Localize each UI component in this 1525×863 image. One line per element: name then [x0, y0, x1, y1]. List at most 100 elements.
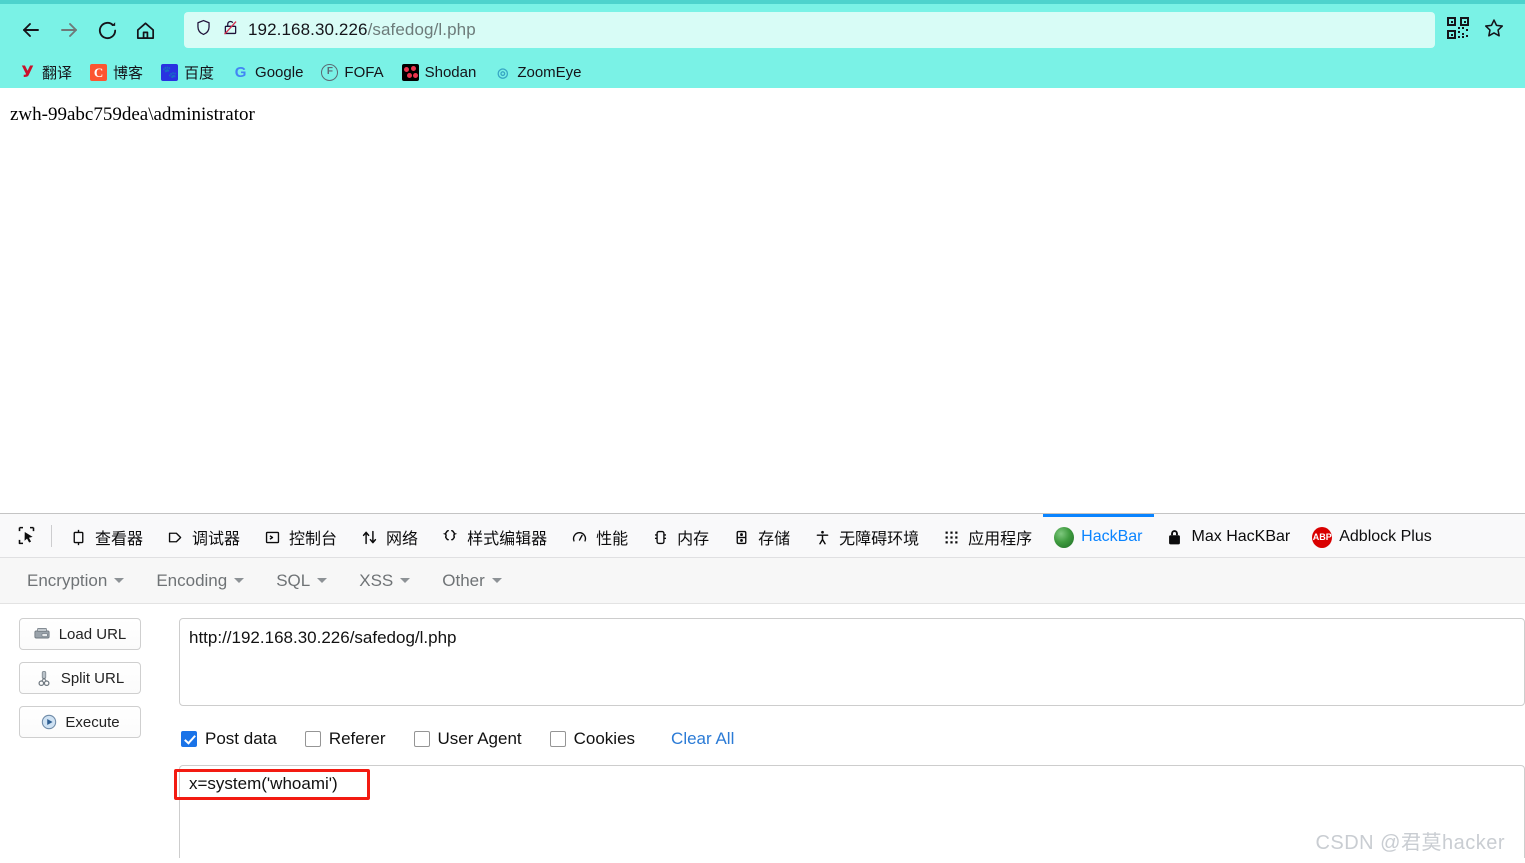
checkbox-box[interactable]: [549, 731, 566, 747]
tab-network[interactable]: 网络: [348, 514, 429, 557]
tab-label: 内存: [677, 531, 710, 548]
hackbar-button-column: Load URL Split URL Execute: [0, 618, 179, 863]
bookmark-fanyi[interactable]: У 翻译: [12, 59, 79, 86]
shodan-icon: [401, 63, 419, 81]
tab-max-hackbar[interactable]: Max HacKBar: [1154, 514, 1302, 557]
execute-button[interactable]: Execute: [19, 706, 141, 738]
accessibility-icon: [812, 527, 832, 547]
checkbox-box[interactable]: [413, 731, 430, 747]
csdn-blog-icon: C: [90, 63, 108, 81]
tab-adblock-plus[interactable]: ABP Adblock Plus: [1301, 514, 1443, 557]
yandex-translate-icon: У: [21, 62, 34, 81]
network-icon: [359, 527, 379, 547]
menu-label: Encryption: [27, 570, 108, 590]
checkbox-referer[interactable]: Referer: [304, 729, 386, 749]
hackbar-options-row: Post data Referer User Agent Cookies Cle…: [179, 729, 1525, 749]
tab-console[interactable]: 控制台: [251, 514, 348, 557]
url-path: /safedog/l.php: [367, 20, 476, 39]
zoomeye-icon: ◎: [497, 64, 509, 80]
load-url-button[interactable]: Load URL: [19, 618, 141, 650]
checkbox-user-agent[interactable]: User Agent: [413, 729, 522, 749]
menu-encryption[interactable]: Encryption: [14, 565, 137, 597]
menu-encoding[interactable]: Encoding: [143, 565, 257, 597]
urlbar-container: 192.168.30.226/safedog/l.php: [164, 12, 1513, 48]
chevron-down-icon: [234, 578, 245, 583]
split-url-button[interactable]: Split URL: [19, 662, 141, 694]
devtools-tabbar: 查看器 调试器 控制台 网络 样式编辑器 性能 内存 存储 无障碍环境 应用程序…: [0, 514, 1525, 558]
devtools-panel: 查看器 调试器 控制台 网络 样式编辑器 性能 内存 存储 无障碍环境 应用程序…: [0, 513, 1525, 863]
tab-label: 调试器: [192, 531, 241, 548]
tab-hackbar[interactable]: HackBar: [1043, 514, 1154, 557]
hackbar-fields-column: Post data Referer User Agent Cookies C: [174, 618, 1525, 863]
inspector-icon: [68, 527, 88, 547]
tab-style-editor[interactable]: 样式编辑器: [429, 514, 558, 557]
button-label: Execute: [65, 713, 120, 731]
style-editor-icon: [440, 527, 460, 547]
menu-label: Encoding: [156, 570, 228, 590]
bookmark-label: ZoomEye: [517, 63, 582, 81]
play-icon: [40, 714, 57, 731]
bookmark-boke[interactable]: C 博客: [83, 59, 150, 86]
post-data-input[interactable]: [179, 765, 1525, 858]
shield-icon[interactable]: [194, 18, 213, 42]
tab-accessibility[interactable]: 无障碍环境: [801, 514, 930, 557]
reload-button[interactable]: [88, 11, 126, 49]
page-viewport: zwh-99abc759dea\administrator: [0, 92, 1525, 513]
back-button[interactable]: [12, 11, 50, 49]
checkbox-box[interactable]: [304, 731, 321, 747]
tab-inspector[interactable]: 查看器: [57, 514, 154, 557]
tab-label: 查看器: [95, 531, 144, 548]
console-icon: [262, 527, 282, 547]
menu-label: SQL: [276, 570, 311, 590]
lock-icon: [1165, 527, 1185, 547]
menu-xss[interactable]: XSS: [346, 565, 423, 597]
address-bar[interactable]: 192.168.30.226/safedog/l.php: [184, 12, 1435, 48]
menu-other[interactable]: Other: [429, 565, 515, 597]
chevron-down-icon: [491, 578, 502, 583]
bookmark-baidu[interactable]: 🐾 百度: [154, 59, 221, 86]
hackbar-menubar: Encryption Encoding SQL XSS Other: [0, 558, 1525, 604]
bookmark-label: 博客: [113, 64, 144, 82]
element-picker-icon[interactable]: [6, 516, 46, 556]
tab-label: 应用程序: [968, 531, 1033, 548]
menu-sql[interactable]: SQL: [263, 565, 340, 597]
button-label: Split URL: [60, 669, 125, 687]
lock-slash-icon[interactable]: [221, 18, 240, 42]
clear-all-link[interactable]: Clear All: [671, 729, 734, 749]
qr-code-icon[interactable]: [1447, 16, 1469, 44]
checkbox-box[interactable]: [181, 731, 197, 747]
tab-memory[interactable]: 内存: [639, 514, 720, 557]
urlbar-actions: [1435, 16, 1505, 44]
checkbox-label: Post data: [205, 729, 277, 748]
tab-debugger[interactable]: 调试器: [154, 514, 251, 557]
bookmark-zoomeye[interactable]: ◎ ZoomEye: [487, 61, 588, 84]
tab-label: HackBar: [1081, 528, 1143, 545]
bookmark-google[interactable]: G Google: [225, 61, 310, 84]
tab-performance[interactable]: 性能: [558, 514, 639, 557]
memory-icon: [650, 527, 670, 547]
menu-label: XSS: [359, 570, 394, 590]
tab-storage[interactable]: 存储: [720, 514, 801, 557]
application-icon: [941, 527, 961, 547]
bookmark-label: 翻译: [42, 64, 73, 82]
page-output-text: zwh-99abc759dea\administrator: [10, 104, 255, 125]
fofa-icon: F: [321, 63, 339, 81]
debugger-icon: [165, 527, 185, 547]
checkbox-post-data[interactable]: Post data: [181, 729, 277, 749]
bookmark-fofa[interactable]: F FOFA: [314, 61, 390, 84]
tab-application[interactable]: 应用程序: [930, 514, 1043, 557]
load-url-icon: [34, 626, 51, 643]
tab-label: 存储: [758, 531, 791, 548]
home-button[interactable]: [126, 11, 164, 49]
forward-button[interactable]: [50, 11, 88, 49]
bookmarks-toolbar: У 翻译 C 博客 🐾 百度 G Google F FOFA Shodan ◎ …: [0, 56, 1525, 90]
storage-icon: [731, 527, 751, 547]
tab-label: 网络: [386, 531, 419, 548]
star-icon[interactable]: [1483, 17, 1505, 44]
bookmark-shodan[interactable]: Shodan: [395, 61, 484, 84]
tabbar-divider: [51, 524, 52, 547]
tab-label: 样式编辑器: [467, 531, 548, 548]
checkbox-cookies[interactable]: Cookies: [549, 729, 636, 749]
checkbox-label: Cookies: [573, 729, 636, 748]
url-input[interactable]: [179, 618, 1525, 706]
